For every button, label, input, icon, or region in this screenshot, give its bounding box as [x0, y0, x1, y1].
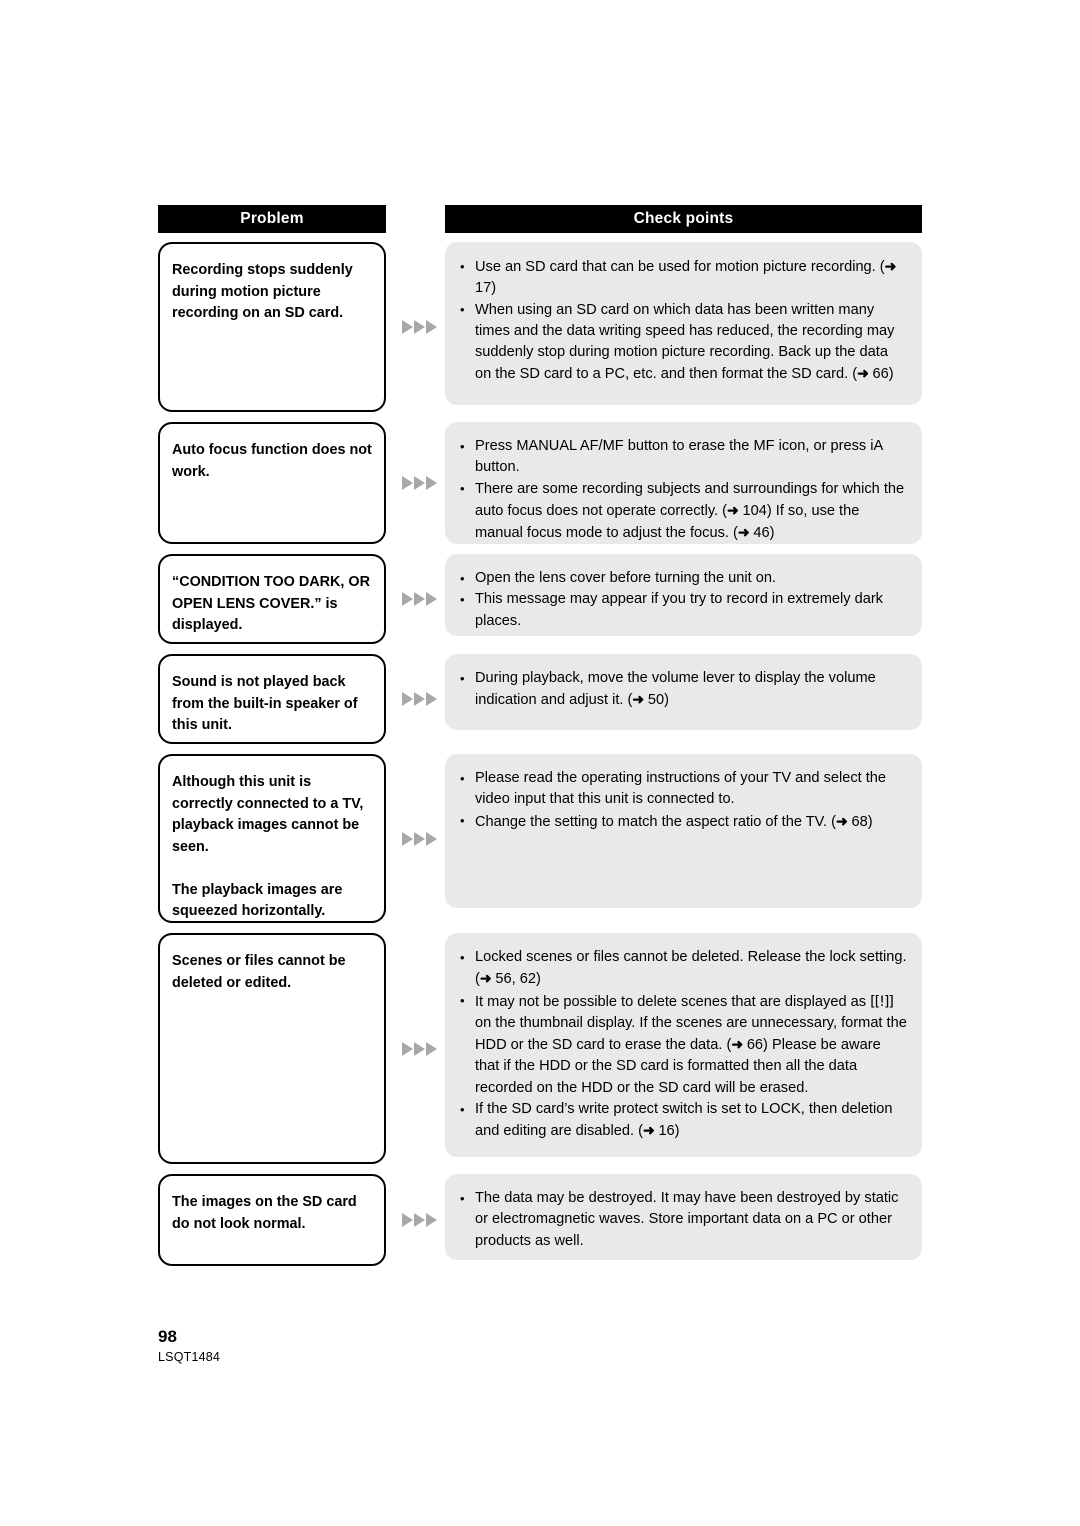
right-triangle-icon	[401, 320, 413, 334]
right-triangle-icon	[413, 476, 425, 490]
manual-page: Problem Check points Recording stops sud…	[0, 0, 1080, 1526]
problem-text: Sound is not played back from the built-…	[172, 674, 358, 733]
page-footer: 98 LSQT1484	[158, 1327, 220, 1365]
page-reference-arrow-icon: ➜	[479, 970, 492, 987]
right-triangle-icon	[413, 1213, 425, 1227]
check-point-item: Open the lens cover before turning the u…	[459, 567, 908, 589]
check-point-item: There are some recording subjects and su…	[459, 478, 908, 545]
right-triangle-icon	[413, 320, 425, 334]
check-point-item: The data may be destroyed. It may have b…	[459, 1188, 908, 1252]
triple-right-triangle-icon	[398, 422, 440, 544]
check-point-item: If the SD card’s write protect switch is…	[459, 1099, 908, 1143]
triple-right-triangle-icon	[398, 754, 440, 923]
problem-text: Recording stops suddenly during motion p…	[172, 262, 353, 321]
check-point-item: Press MANUAL AF/MF button to erase the M…	[459, 436, 908, 479]
check-point-item: Use an SD card that can be used for moti…	[459, 256, 908, 300]
right-triangle-icon	[425, 476, 437, 490]
right-triangle-icon	[413, 1041, 425, 1056]
right-triangle-icon	[425, 1213, 437, 1227]
page-reference-arrow-icon: ➜	[857, 365, 869, 382]
triple-right-triangle-icon	[398, 242, 440, 412]
check-point-item: Change the setting to match the aspect r…	[459, 810, 908, 833]
triple-right-triangle-icon	[398, 654, 440, 744]
page-reference-arrow-icon: ➜	[737, 524, 750, 541]
right-triangle-icon	[425, 592, 437, 606]
check-points-cell: The data may be destroyed. It may have b…	[445, 1174, 922, 1260]
right-triangle-icon	[413, 831, 425, 846]
problem-text: The playback images are squeezed horizon…	[172, 881, 343, 920]
check-point-item: Locked scenes or files cannot be deleted…	[459, 947, 908, 991]
check-points-list: Use an SD card that can be used for moti…	[459, 256, 908, 386]
check-points-cell: Open the lens cover before turning the u…	[445, 554, 922, 636]
right-triangle-icon	[425, 1041, 437, 1056]
page-reference-arrow-icon: ➜	[642, 1122, 655, 1139]
table-row: The images on the SD card do not look no…	[158, 1174, 922, 1266]
page-reference-arrow-icon: ➜	[632, 691, 644, 708]
right-triangle-icon	[401, 1041, 413, 1056]
right-triangle-icon	[401, 592, 413, 606]
right-triangle-icon	[425, 692, 437, 706]
check-points-cell: Please read the operating instructions o…	[445, 754, 922, 908]
page-reference-arrow-icon: ➜	[836, 812, 848, 829]
page-reference-arrow-icon: ➜	[884, 258, 897, 274]
check-point-item: When using an SD card on which data has …	[459, 299, 908, 386]
thumbnail-warning-icon: [[!]]	[870, 992, 894, 1010]
right-triangle-icon	[413, 592, 425, 606]
check-point-item: During playback, move the volume lever t…	[459, 668, 908, 712]
table-row: Recording stops suddenly during motion p…	[158, 242, 922, 412]
triple-right-triangle-icon	[398, 1174, 440, 1266]
check-points-list: During playback, move the volume lever t…	[459, 668, 908, 712]
table-row: Sound is not played back from the built-…	[158, 654, 922, 744]
column-header-check-points: Check points	[445, 205, 922, 233]
problem-text: The images on the SD card do not look no…	[172, 1194, 357, 1232]
check-point-item: This message may appear if you try to re…	[459, 589, 908, 632]
check-points-cell: During playback, move the volume lever t…	[445, 654, 922, 730]
right-triangle-icon	[401, 1213, 413, 1227]
right-triangle-icon	[413, 692, 425, 706]
table-row: Although this unit is correctly connecte…	[158, 754, 922, 923]
problem-text: Auto focus function does not work.	[172, 442, 372, 480]
check-point-item: Please read the operating instructions o…	[459, 768, 908, 811]
right-triangle-icon	[401, 831, 413, 846]
table-row: Scenes or files cannot be deleted or edi…	[158, 933, 922, 1164]
check-points-list: The data may be destroyed. It may have b…	[459, 1188, 908, 1252]
problem-text: Although this unit is correctly connecte…	[172, 774, 364, 855]
table-row: “CONDITION TOO DARK, OR OPEN LENS COVER.…	[158, 554, 922, 644]
page-number: 98	[158, 1327, 177, 1346]
right-triangle-icon	[425, 320, 437, 334]
right-triangle-icon	[425, 831, 437, 846]
right-triangle-icon	[401, 476, 413, 490]
triple-right-triangle-icon	[398, 554, 440, 644]
document-code: LSQT1484	[158, 1350, 221, 1364]
check-points-list: Open the lens cover before turning the u…	[459, 567, 908, 632]
column-header-problem: Problem	[158, 205, 386, 233]
check-points-list: Please read the operating instructions o…	[459, 768, 908, 833]
check-points-cell: Press MANUAL AF/MF button to erase the M…	[445, 422, 922, 544]
problem-cell: “CONDITION TOO DARK, OR OPEN LENS COVER.…	[158, 554, 386, 644]
problem-text: Scenes or files cannot be deleted or edi…	[172, 953, 346, 991]
problem-cell: Auto focus function does not work.	[158, 422, 386, 544]
problem-cell: Scenes or files cannot be deleted or edi…	[158, 933, 386, 1164]
table-row: Auto focus function does not work. Press …	[158, 422, 922, 544]
page-reference-arrow-icon: ➜	[731, 1036, 743, 1053]
triple-right-triangle-icon	[398, 933, 440, 1164]
problem-cell: Recording stops suddenly during motion p…	[158, 242, 386, 412]
page-reference-arrow-icon: ➜	[727, 501, 739, 518]
right-triangle-icon	[401, 692, 413, 706]
troubleshooting-table: Recording stops suddenly during motion p…	[158, 242, 922, 1276]
check-points-list: Press MANUAL AF/MF button to erase the M…	[459, 436, 908, 544]
check-points-cell: Use an SD card that can be used for moti…	[445, 242, 922, 405]
problem-cell: Although this unit is correctly connecte…	[158, 754, 386, 923]
problem-cell: Sound is not played back from the built-…	[158, 654, 386, 744]
problem-cell: The images on the SD card do not look no…	[158, 1174, 386, 1266]
check-points-cell: Locked scenes or files cannot be deleted…	[445, 933, 922, 1157]
problem-text: “CONDITION TOO DARK, OR OPEN LENS COVER.…	[172, 574, 371, 633]
check-points-list: Locked scenes or files cannot be deleted…	[459, 947, 908, 1143]
table-header-row: Problem Check points	[158, 205, 922, 233]
check-point-item: It may not be possible to delete scenes …	[459, 990, 908, 1099]
